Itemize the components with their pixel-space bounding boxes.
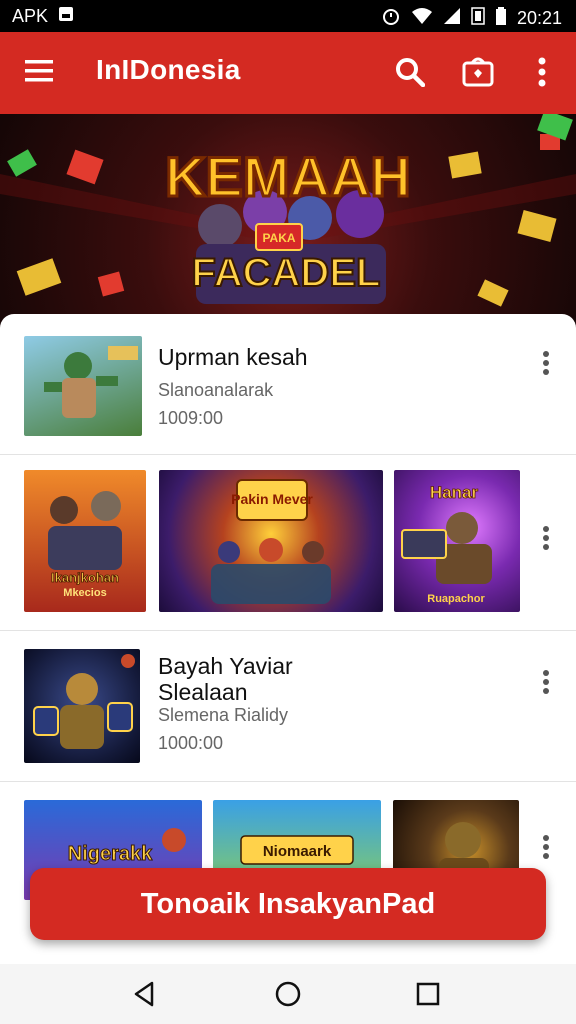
notification-icon [58,6,74,27]
banner-subline: FACADEL [192,251,381,295]
wifi-icon [411,7,433,30]
alarm-icon [381,6,401,31]
banner-headline: KEMAAH [165,145,411,208]
banner-badge: PAKA [262,231,295,245]
item-options-icon[interactable] [536,348,556,382]
game-thumbnail [24,649,140,763]
status-time: 20:21 [516,8,562,28]
gallery-options-icon[interactable] [536,832,556,866]
status-left-text: APK [12,6,49,26]
navigation-bar [0,964,576,1024]
recents-icon[interactable] [412,978,444,1010]
home-icon[interactable] [272,978,304,1010]
thumbnail-gallery: Ikanjkohan Mkecios Pakin Mever Hanar Rua… [0,455,576,630]
gallery-card[interactable]: Hanar Ruapachor [394,470,520,612]
item-options-icon[interactable] [536,667,556,701]
list-item[interactable]: Uprman kesah Slanoanalarak 1009:00 [0,314,576,454]
data-icon [471,7,485,30]
gallery-label: Pakin Mever [231,491,313,507]
gallery-card[interactable]: Pakin Mever [159,470,383,612]
item-title: Uprman kesah [158,344,308,370]
item-title: Bayah Yaviar Slealaan [158,653,293,705]
status-bar: APK 20:21 [0,0,576,32]
item-meta: 1000:00 [158,733,224,753]
search-icon[interactable] [392,54,428,90]
gallery-label: Nigerakk [68,843,153,865]
primary-cta-button[interactable]: Tonoaik InsakyanPad [30,868,546,940]
gallery-sublabel: Ruapachor [427,593,485,605]
battery-icon [495,7,507,30]
content-sheet: Uprman kesah Slanoanalarak 1009:00 Ikanj… [0,314,576,964]
gallery-card[interactable]: Ikanjkohan Mkecios [24,470,146,612]
promo-banner[interactable]: KEMAAH FACADEL PAKA [0,114,576,334]
item-meta: 1009:00 [158,408,224,428]
item-subtitle: Slanoanalarak [158,380,274,400]
banner-artwork: KEMAAH FACADEL PAKA [0,114,576,307]
gallery-sublabel: Mkecios [63,587,106,599]
signal-icon [443,7,461,30]
gift-bag-icon[interactable] [460,54,496,90]
game-thumbnail [24,336,142,436]
gallery-options-icon[interactable] [536,523,556,557]
gallery-label: Hanar [430,483,479,502]
back-icon[interactable] [128,978,160,1010]
overflow-menu-icon[interactable] [530,54,554,90]
item-subtitle: Slemena Rialidy [158,705,289,725]
gallery-label: Ikanjkohan [51,570,119,585]
app-title: InIDonesia [96,54,241,85]
menu-icon[interactable] [22,54,56,88]
app-bar: InIDonesia [0,32,576,114]
gallery-label: Niomaark [263,843,332,860]
list-item[interactable]: Bayah Yaviar Slealaan Slemena Rialidy 10… [0,631,576,781]
